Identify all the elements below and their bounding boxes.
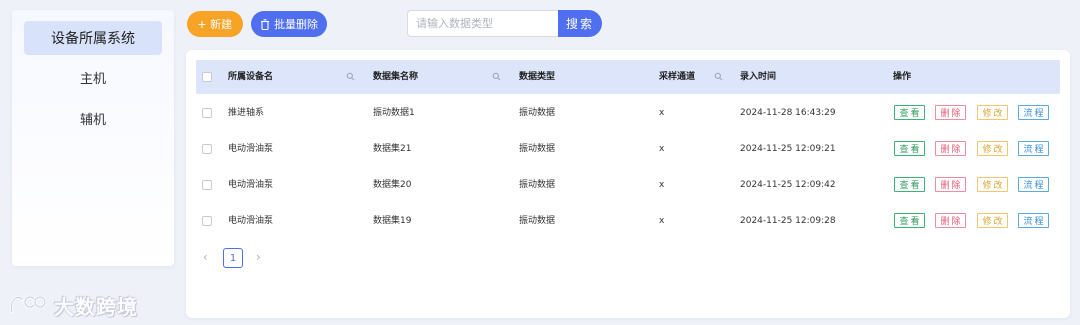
batch-delete-label: 批量删除 <box>274 19 318 31</box>
sidebar-item-label: 辅机 <box>79 112 106 128</box>
search-icon[interactable] <box>714 72 723 81</box>
cell-time: 2024-11-25 12:09:42 <box>740 180 836 190</box>
new-button-label: 新建 <box>210 19 233 31</box>
view-button[interactable]: 查看 <box>894 105 925 120</box>
column-header-type: 数据类型 <box>519 72 556 82</box>
column-header-actions: 操作 <box>893 72 912 82</box>
edit-button[interactable]: 修改 <box>977 213 1008 228</box>
cell-time: 2024-11-25 12:09:28 <box>740 216 836 226</box>
sidebar-item-label: 主机 <box>79 71 106 87</box>
edit-button[interactable]: 修改 <box>977 177 1008 192</box>
search-button-label: 搜索 <box>565 17 594 31</box>
trash-icon <box>261 18 269 30</box>
cell-dataset: 振动数据1 <box>373 108 415 118</box>
row-checkbox[interactable] <box>202 216 212 226</box>
table-row: 电动滑油泵 数据集21 振动数据 x 2024-11-25 12:09:21 查… <box>196 131 1060 167</box>
column-header-device: 所属设备名 <box>228 72 274 82</box>
next-page-button[interactable]: › <box>256 250 261 264</box>
cell-dataset: 数据集21 <box>373 144 412 154</box>
edit-button[interactable]: 修改 <box>977 141 1008 156</box>
sidebar-item-host[interactable]: 主机 <box>24 60 162 94</box>
edit-button[interactable]: 修改 <box>977 105 1008 120</box>
cell-channel: x <box>659 144 665 154</box>
search-button[interactable]: 搜索 <box>558 10 602 37</box>
data-table-panel: 所属设备名 数据集名称 数据类型 采样通道 录入时间 操作 推进轴系 振动数据1… <box>186 50 1070 318</box>
flow-button[interactable]: 流程 <box>1018 141 1049 156</box>
cell-channel: x <box>659 216 665 226</box>
watermark: 大数跨境 <box>8 290 138 320</box>
table-header: 所属设备名 数据集名称 数据类型 采样通道 录入时间 操作 <box>196 60 1060 94</box>
delete-button[interactable]: 删除 <box>935 105 966 120</box>
cell-device: 电动滑油泵 <box>228 180 274 190</box>
prev-page-button[interactable]: ‹ <box>203 250 208 264</box>
cell-device: 电动滑油泵 <box>228 144 274 154</box>
table-row: 推进轴系 振动数据1 振动数据 x 2024-11-28 16:43:29 查看… <box>196 95 1060 131</box>
column-header-channel: 采样通道 <box>659 72 696 82</box>
row-checkbox[interactable] <box>202 180 212 190</box>
search-icon[interactable] <box>346 72 355 81</box>
cell-dataset: 数据集19 <box>373 216 412 226</box>
table-row: 电动滑油泵 数据集20 振动数据 x 2024-11-25 12:09:42 查… <box>196 167 1060 203</box>
cell-device: 推进轴系 <box>228 108 265 118</box>
cell-device: 电动滑油泵 <box>228 216 274 226</box>
cell-time: 2024-11-28 16:43:29 <box>740 108 836 118</box>
flow-button[interactable]: 流程 <box>1018 177 1049 192</box>
delete-button[interactable]: 删除 <box>935 177 966 192</box>
cell-type: 振动数据 <box>519 108 556 118</box>
table-row: 电动滑油泵 数据集19 振动数据 x 2024-11-25 12:09:28 查… <box>196 203 1060 239</box>
page-button-current[interactable]: 1 <box>223 248 243 268</box>
batch-delete-button[interactable]: 批量删除 <box>251 11 327 37</box>
sidebar-item-label: 设备所属系统 <box>51 31 135 47</box>
column-header-time: 录入时间 <box>740 72 777 82</box>
sidebar-item-auxiliary[interactable]: 辅机 <box>24 101 162 135</box>
flow-button[interactable]: 流程 <box>1018 105 1049 120</box>
search-icon[interactable] <box>492 72 501 81</box>
view-button[interactable]: 查看 <box>894 177 925 192</box>
search-input[interactable] <box>407 10 559 37</box>
watermark-logo-icon <box>10 295 47 314</box>
column-header-dataset: 数据集名称 <box>373 72 419 82</box>
view-button[interactable]: 查看 <box>894 213 925 228</box>
watermark-text: 大数跨境 <box>54 294 138 319</box>
new-button[interactable]: + 新建 <box>187 11 243 37</box>
cell-dataset: 数据集20 <box>373 180 412 190</box>
flow-button[interactable]: 流程 <box>1018 213 1049 228</box>
delete-button[interactable]: 删除 <box>935 213 966 228</box>
cell-type: 振动数据 <box>519 216 556 226</box>
cell-type: 振动数据 <box>519 180 556 190</box>
select-all-checkbox[interactable] <box>202 72 212 82</box>
cell-channel: x <box>659 180 665 190</box>
row-checkbox[interactable] <box>202 108 212 118</box>
delete-button[interactable]: 删除 <box>935 141 966 156</box>
cell-channel: x <box>659 108 665 118</box>
plus-icon: + <box>197 16 207 32</box>
sidebar-item-device-system[interactable]: 设备所属系统 <box>24 21 162 55</box>
sidebar: 设备所属系统 主机 辅机 <box>12 10 174 266</box>
cell-time: 2024-11-25 12:09:21 <box>740 144 836 154</box>
view-button[interactable]: 查看 <box>894 141 925 156</box>
cell-type: 振动数据 <box>519 144 556 154</box>
row-checkbox[interactable] <box>202 144 212 154</box>
